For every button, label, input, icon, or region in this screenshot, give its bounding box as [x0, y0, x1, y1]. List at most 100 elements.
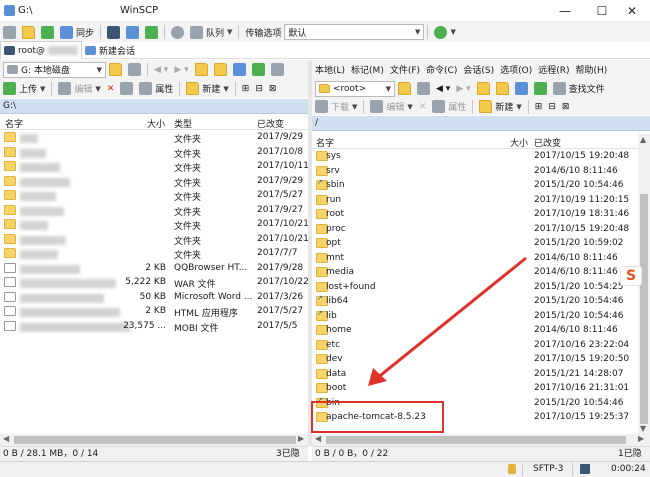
menu-mark[interactable]: 标记(M) — [348, 61, 387, 79]
session-tab[interactable]: root@ — [0, 41, 83, 59]
table-row[interactable]: 文件夹 2017/5/27 — [0, 189, 308, 204]
table-row[interactable]: 文件夹 2017/10/11 — [0, 160, 308, 175]
find-files-button[interactable]: 查找文件 — [550, 80, 608, 98]
menu-session[interactable]: 会话(S) — [460, 61, 497, 79]
table-row[interactable]: 文件夹 2017/7/7 — [0, 247, 308, 262]
deselect-button[interactable]: ⊟ — [252, 80, 266, 98]
table-row[interactable]: sbin 2015/1/20 10:54:46 — [312, 178, 638, 194]
menu-help[interactable]: 帮助(H) — [573, 61, 611, 79]
table-row[interactable]: opt 2015/1/20 10:59:02 — [312, 237, 638, 252]
table-row[interactable]: 50 KB Microsoft Word ... 2017/3/26 — [0, 291, 308, 306]
col-name[interactable]: 名字 — [316, 136, 334, 149]
ime-badge-icon[interactable]: S — [620, 266, 642, 286]
find-button[interactable] — [268, 61, 287, 79]
filter-button[interactable] — [125, 61, 144, 79]
scroll-right-icon[interactable]: ▶ — [638, 434, 644, 443]
table-row[interactable]: root 2017/10/19 18:31:46 — [312, 208, 638, 223]
scroll-thumb[interactable] — [14, 436, 296, 444]
table-row[interactable]: proc 2017/10/15 19:20:48 — [312, 223, 638, 238]
table-row[interactable]: 23,575 ... MOBI 文件 2017/5/5 — [0, 320, 308, 335]
upload-button[interactable]: 上传 ▼ — [0, 80, 48, 98]
minimize-button[interactable]: — — [547, 0, 583, 22]
open-folder-button[interactable] — [106, 61, 125, 79]
table-row[interactable]: 文件夹 2017/9/27 — [0, 204, 308, 219]
forward-button[interactable]: ▶ ▾ — [453, 80, 473, 98]
new-session-tab[interactable]: 新建会话 — [82, 41, 138, 59]
table-row[interactable]: run 2017/10/19 11:20:15 — [312, 194, 638, 209]
col-name[interactable]: 名字 — [5, 117, 23, 130]
transfer-settings-button[interactable]: ▼ — [431, 23, 458, 41]
menu-remote[interactable]: 远程(R) — [535, 61, 572, 79]
transfer-button[interactable] — [142, 23, 161, 41]
scroll-down-icon[interactable]: ▼ — [640, 424, 646, 433]
right-horizontal-scrollbar[interactable]: ◀ ▶ — [312, 434, 650, 446]
delete-button[interactable]: ✕ — [104, 80, 118, 98]
col-changed[interactable]: 已改变 — [534, 136, 561, 149]
scroll-up-icon[interactable]: ▲ — [640, 135, 646, 144]
filter-button[interactable] — [414, 80, 433, 98]
table-row[interactable]: 文件夹 2017/10/8 — [0, 146, 308, 161]
menu-options[interactable]: 选项(O) — [497, 61, 535, 79]
table-row[interactable]: 文件夹 2017/10/21 — [0, 218, 308, 233]
invert-selection-button[interactable]: ⊠ — [559, 98, 573, 116]
remote-delete-button[interactable]: ✕ — [416, 98, 430, 116]
table-row[interactable]: 文件夹 2017/10/21 — [0, 233, 308, 248]
col-type[interactable]: 类型 — [174, 117, 192, 130]
menu-local[interactable]: 本地(L) — [312, 61, 348, 79]
scroll-thumb[interactable] — [640, 194, 648, 424]
console-button[interactable] — [104, 23, 123, 41]
table-row[interactable]: 文件夹 2017/9/29 — [0, 131, 308, 146]
putty-button[interactable] — [123, 23, 142, 41]
root-dir-button[interactable] — [211, 61, 230, 79]
parent-dir-button[interactable] — [192, 61, 211, 79]
table-row[interactable]: 5,222 KB WAR 文件 2017/10/22 — [0, 276, 308, 291]
remote-properties-button[interactable]: 属性 — [429, 98, 469, 116]
deselect-button[interactable]: ⊟ — [545, 98, 559, 116]
close-button[interactable]: ✕ — [614, 0, 650, 22]
download-button[interactable]: 下载 ▼ — [312, 98, 360, 116]
col-changed[interactable]: 已改变 — [257, 117, 284, 130]
home-button[interactable] — [230, 61, 249, 79]
compare-button[interactable] — [19, 23, 38, 41]
select-all-button[interactable]: ⊞ — [239, 80, 253, 98]
scroll-left-icon[interactable]: ◀ — [3, 434, 9, 443]
table-row[interactable]: 2 KB QQBrowser HT... 2017/9/28 — [0, 262, 308, 277]
refresh-button[interactable] — [531, 80, 550, 98]
edit-button[interactable]: 编辑 ▼ — [55, 80, 103, 98]
left-horizontal-scrollbar[interactable]: ◀ ▶ — [0, 434, 308, 446]
new-button[interactable]: 新建 ▼ — [183, 80, 231, 98]
properties-button[interactable]: 属性 — [136, 80, 176, 98]
open-folder-button[interactable] — [395, 80, 414, 98]
invert-selection-button[interactable]: ⊠ — [266, 80, 280, 98]
transfer-options-select[interactable]: 默认 ▼ — [284, 24, 425, 40]
remote-path-select[interactable]: <root> ▼ — [315, 80, 395, 97]
back-button[interactable]: ◀ ▾ — [433, 80, 453, 98]
remote-edit-button[interactable]: 编辑 ▼ — [367, 98, 415, 116]
local-layout-button[interactable] — [0, 23, 19, 41]
queue-button[interactable]: 队列 ▼ — [187, 23, 235, 41]
scroll-thumb[interactable] — [326, 436, 626, 444]
back-button[interactable]: ◀ ▾ — [151, 61, 171, 79]
parent-dir-button[interactable] — [474, 80, 493, 98]
synchronize-button[interactable]: 同步 — [57, 23, 97, 41]
col-size[interactable]: 大小 — [510, 136, 528, 149]
scroll-right-icon[interactable]: ▶ — [298, 434, 304, 443]
menu-command[interactable]: 命令(C) — [423, 61, 460, 79]
table-row[interactable]: 文件夹 2017/9/29 — [0, 175, 308, 190]
remote-new-button[interactable]: 新建 ▼ — [476, 98, 524, 116]
menu-file[interactable]: 文件(F) — [387, 61, 423, 79]
col-size[interactable]: 大小 — [147, 117, 165, 130]
table-row[interactable]: srv 2014/6/10 8:11:46 — [312, 165, 638, 180]
local-drive-select[interactable]: G: 本地磁盘 ▼ — [3, 61, 106, 78]
rename-button[interactable] — [117, 80, 136, 98]
table-row[interactable]: sys 2017/10/15 19:20:48 — [312, 150, 638, 165]
scroll-left-icon[interactable]: ◀ — [315, 434, 321, 443]
home-button[interactable] — [512, 80, 531, 98]
sync-browse-button[interactable] — [38, 23, 57, 41]
forward-button[interactable]: ▶ ▾ — [171, 61, 191, 79]
preferences-button[interactable] — [168, 23, 187, 41]
refresh-button[interactable] — [249, 61, 268, 79]
root-dir-button[interactable] — [493, 80, 512, 98]
select-all-button[interactable]: ⊞ — [532, 98, 546, 116]
table-row[interactable]: 2 KB HTML 应用程序 2017/5/27 — [0, 305, 308, 320]
